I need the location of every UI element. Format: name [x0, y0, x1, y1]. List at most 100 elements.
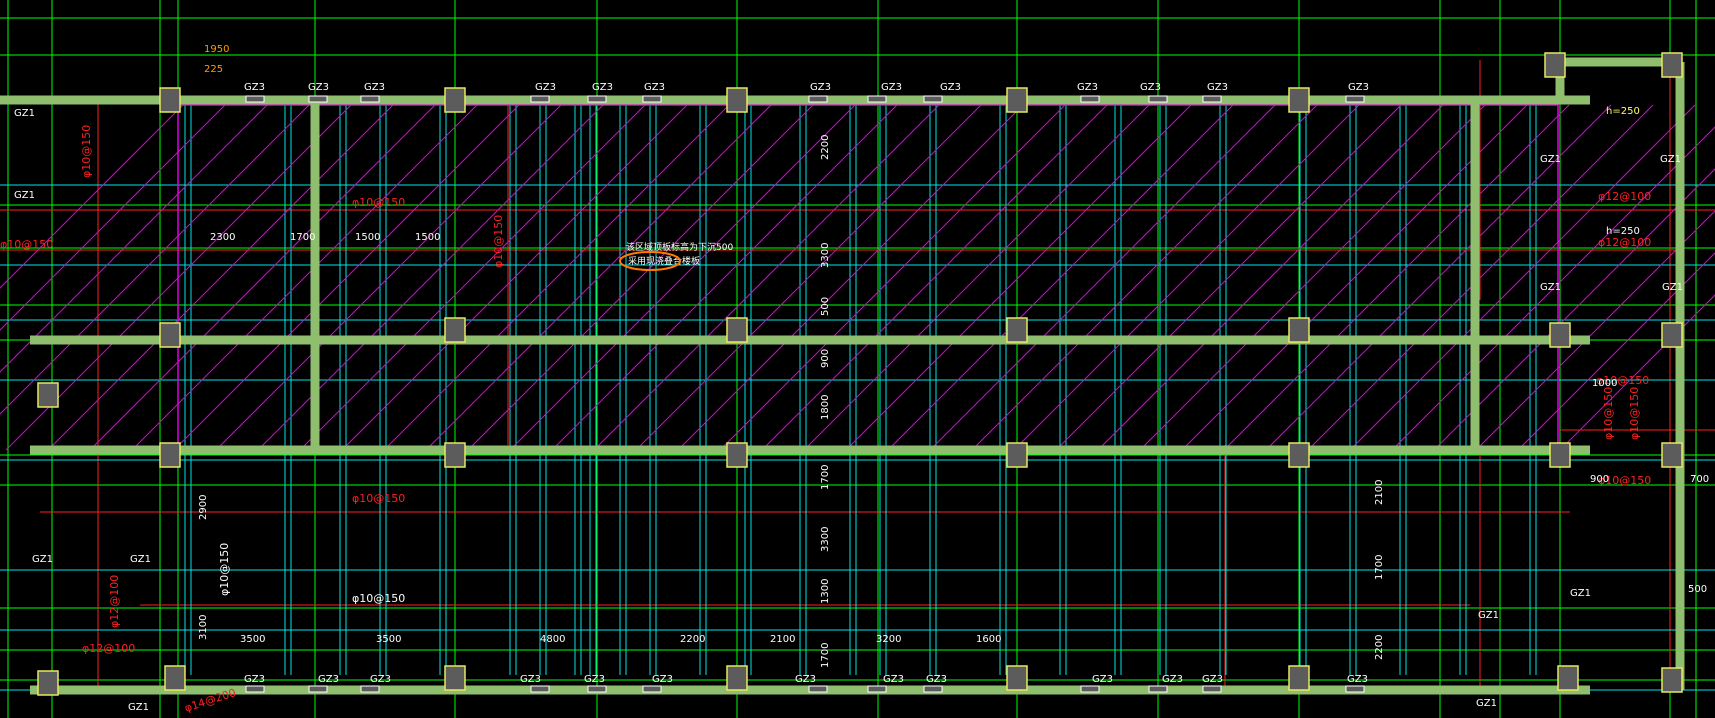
hatch-stroke: [509, 104, 856, 451]
tie-column: [642, 95, 662, 103]
hatch-stroke: [131, 104, 478, 451]
dimension-label: 900: [820, 349, 831, 368]
column: [1288, 87, 1310, 113]
column: [444, 442, 466, 468]
hatch-stroke: [1223, 104, 1570, 451]
column: [164, 665, 186, 691]
gz1-label: GZ1: [1662, 282, 1683, 293]
tie-column: [1148, 685, 1168, 693]
column: [1288, 317, 1310, 343]
column: [1661, 322, 1683, 348]
column: [444, 665, 466, 691]
column: [726, 665, 748, 691]
dimension-label: 2200: [1374, 635, 1385, 660]
gz3-label: GZ3: [810, 82, 831, 93]
tie-column: [360, 685, 380, 693]
hatch-stroke: [929, 104, 1276, 451]
gz3-label: GZ3: [881, 82, 902, 93]
column: [726, 442, 748, 468]
hatch-stroke: [845, 104, 1192, 451]
dimension-label: 3500: [240, 634, 265, 645]
column: [1006, 317, 1028, 343]
column: [1549, 322, 1571, 348]
dimension-label: 4800: [540, 634, 565, 645]
tie-column: [1345, 95, 1365, 103]
tie-column: [587, 95, 607, 103]
dimension-label: 1700: [820, 465, 831, 490]
tie-column: [245, 95, 265, 103]
gz1-label: GZ1: [1478, 610, 1499, 621]
dimension-label: 3200: [876, 634, 901, 645]
rebar-note: φ10@150: [352, 592, 405, 605]
gz1-label: GZ1: [128, 702, 149, 713]
gz3-label: GZ3: [1162, 674, 1183, 685]
dimension-label: 900: [1590, 474, 1609, 485]
hatch-stroke: [1139, 104, 1486, 451]
column: [1661, 52, 1683, 78]
hatch-stroke: [971, 104, 1318, 451]
gz3-label: GZ3: [592, 82, 613, 93]
column: [444, 317, 466, 343]
height-label: h=250: [1606, 106, 1640, 117]
cad-drawing-canvas[interactable]: GZ3 GZ3 GZ3 GZ3 GZ3 GZ3 GZ3 GZ3 GZ3 GZ3 GZ3 GZ3 GZ3 G…: [0, 0, 1715, 718]
column: [1006, 442, 1028, 468]
floor-note[interactable]: 该区域顶板标高为下沉500 采用现浇叠合楼板: [619, 241, 733, 271]
column: [726, 317, 748, 343]
grid-lines: [0, 0, 1715, 718]
dimension-label: 1600: [976, 634, 1001, 645]
tie-column: [923, 95, 943, 103]
rebar-note: φ10@150: [352, 492, 405, 505]
hatch-stroke: [341, 104, 688, 451]
dimension-label: 1300: [820, 579, 831, 604]
hatch-boundary: [177, 104, 1559, 451]
column: [159, 87, 181, 113]
tie-column: [308, 95, 328, 103]
column: [159, 442, 181, 468]
gz1-label: GZ1: [1570, 588, 1591, 599]
gz3-label: GZ3: [1202, 674, 1223, 685]
rebar-lines: [0, 60, 1715, 690]
hatch-stroke: [635, 104, 982, 451]
hatch-stroke: [1055, 104, 1402, 451]
floor-note-line1: 该区域顶板标高为下沉500: [626, 241, 733, 253]
dimension-label: 225: [204, 64, 223, 75]
dimension-label: 2100: [770, 634, 795, 645]
rebar-note: φ10@150: [1602, 387, 1615, 440]
column: [37, 670, 59, 696]
tie-column: [245, 685, 265, 693]
gz3-label: GZ3: [244, 82, 265, 93]
gz1-label: GZ1: [1476, 698, 1497, 709]
gz3-label: GZ3: [584, 674, 605, 685]
gz1-label: GZ1: [1660, 154, 1681, 165]
tie-column: [1202, 685, 1222, 693]
column: [1557, 665, 1579, 691]
hatch-stroke: [89, 104, 436, 451]
dimension-label: 1950: [204, 44, 229, 55]
column: [1544, 52, 1566, 78]
dimension-label: 500: [820, 297, 831, 316]
rebar-note: φ10@150: [218, 543, 231, 596]
rebar-note: φ10@150: [1628, 387, 1641, 440]
gz3-label: GZ3: [370, 674, 391, 685]
dimension-label: 1700: [820, 643, 831, 668]
gz3-label: GZ3: [520, 674, 541, 685]
gz3-label: GZ3: [652, 674, 673, 685]
column: [726, 87, 748, 113]
dimension-label: 500: [1688, 584, 1707, 595]
tie-column: [360, 95, 380, 103]
rebar-note: φ10@150: [492, 215, 505, 268]
gz3-label: GZ3: [1347, 674, 1368, 685]
hatch-stroke: [761, 104, 1108, 451]
gz3-label: GZ3: [308, 82, 329, 93]
tie-column: [530, 95, 550, 103]
gz3-label: GZ3: [795, 674, 816, 685]
column: [444, 87, 466, 113]
dimension-label: 2300: [210, 232, 235, 243]
hatch-stroke: [425, 104, 772, 451]
tie-column: [1148, 95, 1168, 103]
gz3-label: GZ3: [940, 82, 961, 93]
hatch-stroke: [299, 104, 646, 451]
tie-column: [867, 685, 887, 693]
hatch-stroke: [1097, 104, 1444, 451]
gz3-label: GZ3: [1140, 82, 1161, 93]
